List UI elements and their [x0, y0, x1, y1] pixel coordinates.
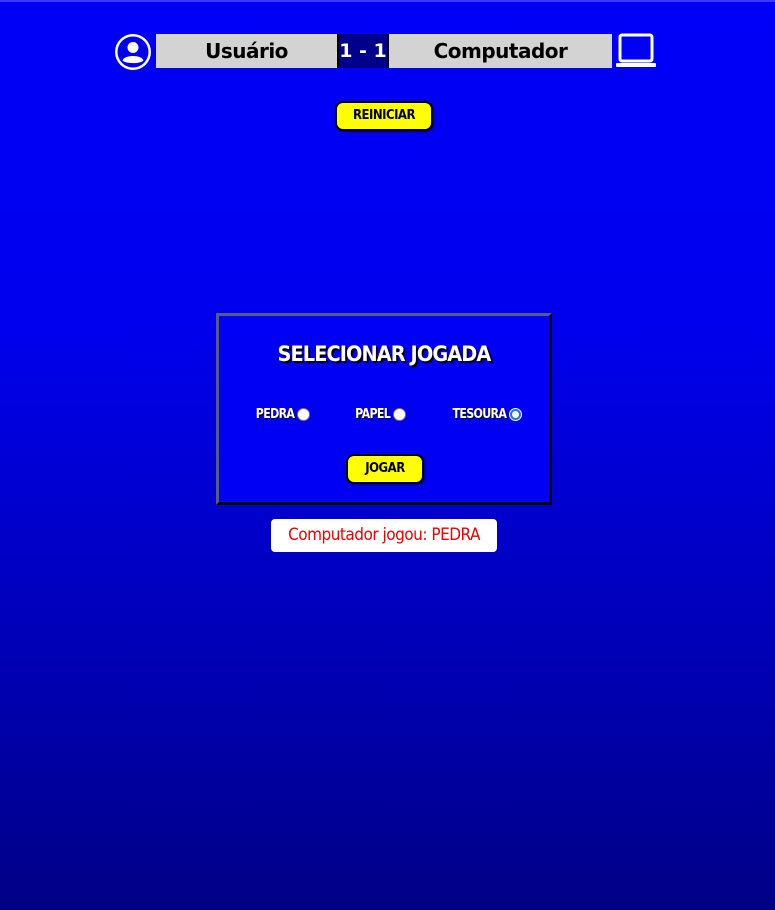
user-name-label: Usuário: [156, 34, 337, 68]
computer-name-label: Computador: [389, 34, 612, 68]
radio-pedra[interactable]: [297, 407, 311, 421]
move-options: PEDRA PAPEL TESOURA: [219, 404, 549, 424]
option-tesoura-label: TESOURA: [452, 406, 507, 422]
top-border: [0, 0, 775, 2]
laptop-icon: [616, 33, 656, 67]
radio-papel[interactable]: [393, 407, 407, 421]
option-pedra-label: PEDRA: [255, 406, 295, 422]
restart-button[interactable]: REINICIAR: [335, 101, 433, 131]
option-pedra[interactable]: PEDRA: [249, 404, 311, 424]
play-button[interactable]: JOGAR: [346, 454, 424, 484]
panel-title: SELECIONAR JOGADA: [277, 342, 492, 366]
result-message: Computador jogou: PEDRA: [271, 519, 497, 552]
scoreboard: Usuário 1 - 1 Computador: [113, 32, 658, 70]
option-papel-label: PAPEL: [355, 406, 391, 422]
score-display: 1 - 1: [337, 34, 389, 68]
radio-tesoura[interactable]: [509, 407, 523, 421]
option-tesoura[interactable]: TESOURA: [443, 404, 523, 424]
option-papel[interactable]: PAPEL: [349, 404, 407, 424]
select-move-panel: SELECIONAR JOGADA PEDRA PAPEL TESOURA JO…: [216, 313, 552, 505]
user-circle-icon: [115, 34, 151, 70]
